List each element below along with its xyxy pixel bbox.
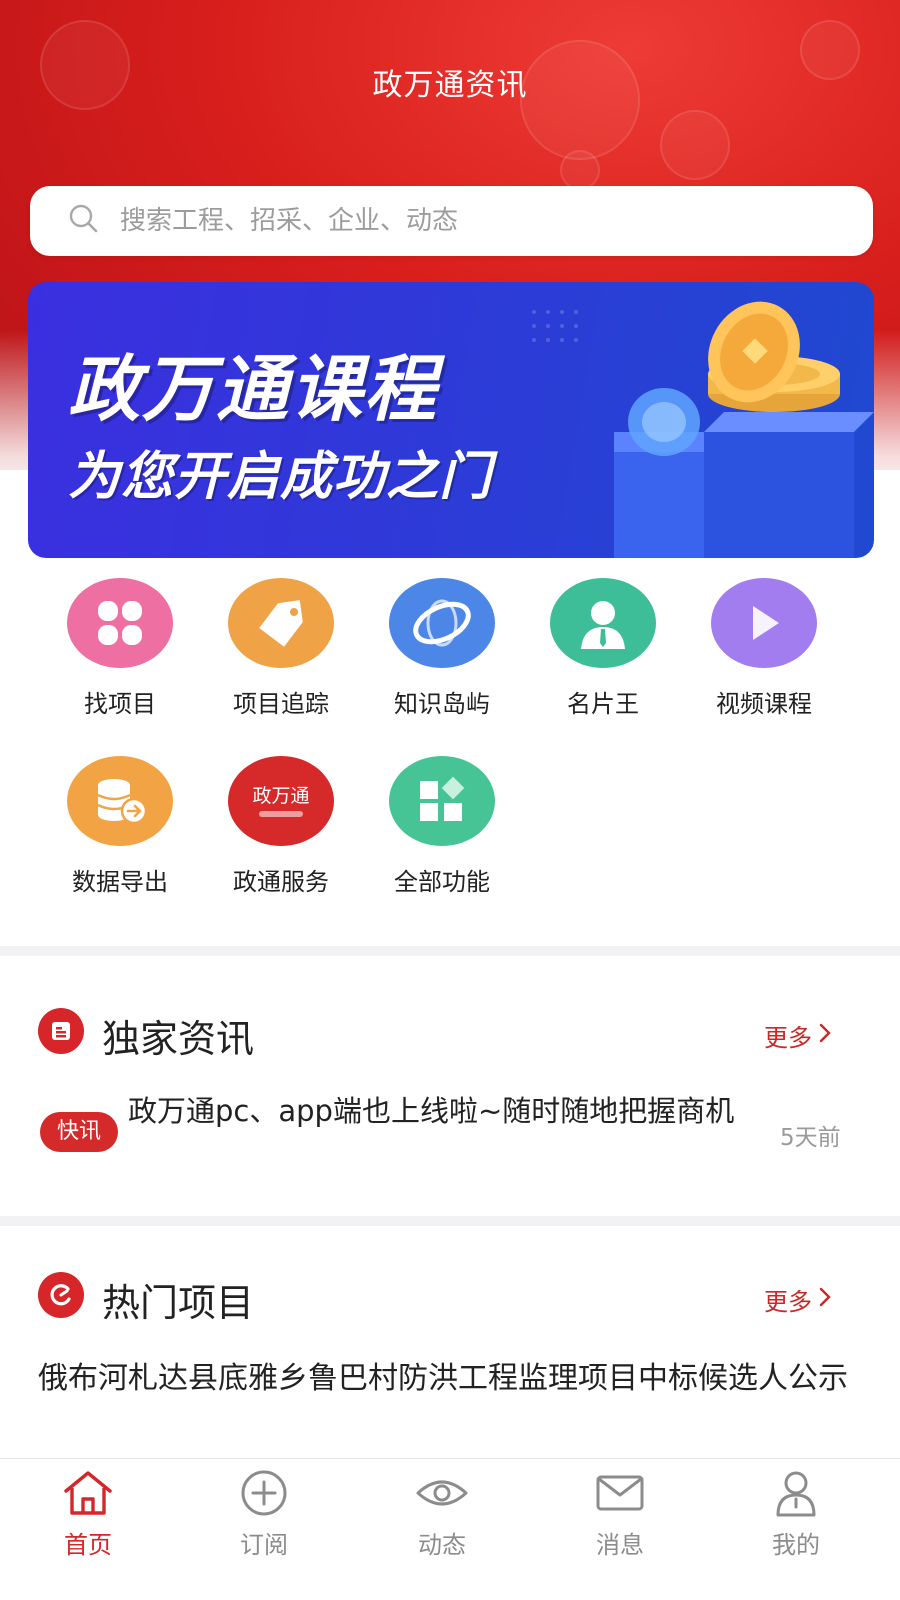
hot-projects-section-icon	[38, 1272, 84, 1318]
search-icon	[66, 201, 102, 241]
banner-subtitle: 为您开启成功之门	[68, 447, 493, 507]
tab-label: 消息	[596, 1531, 644, 1559]
plus-circle-icon	[241, 1470, 287, 1516]
tab-label: 我的	[772, 1531, 820, 1559]
tile-business-card[interactable]: 名片王	[521, 578, 685, 719]
tile-find-project[interactable]: 找项目	[38, 578, 202, 719]
flash-news-badge: 快讯	[40, 1112, 118, 1152]
tile-label: 视频课程	[716, 690, 812, 718]
function-row-2: 数据导出 政万通 政通服务 全部功能	[0, 756, 900, 906]
search-bar[interactable]	[30, 186, 873, 256]
section-divider	[0, 946, 900, 956]
logo-text: 政万通	[252, 785, 310, 807]
more-label: 更多	[764, 1024, 812, 1052]
section-divider	[0, 1216, 900, 1226]
tab-messages[interactable]: 消息	[550, 1467, 690, 1560]
tile-label: 政通服务	[233, 868, 329, 896]
globe-icon	[389, 578, 495, 668]
tile-all-functions[interactable]: 全部功能	[360, 756, 524, 897]
course-banner[interactable]: 政万通课程 为您开启成功之门	[28, 282, 874, 558]
tab-label: 动态	[418, 1531, 466, 1559]
home-icon	[64, 1471, 112, 1515]
tile-label: 找项目	[84, 690, 156, 718]
mail-icon	[596, 1475, 644, 1511]
search-input[interactable]	[120, 206, 820, 236]
zhengwantong-logo-icon: 政万通	[228, 756, 334, 846]
chevron-right-icon	[818, 1286, 832, 1314]
tab-subscribe[interactable]: 订阅	[194, 1467, 334, 1560]
coins-illustration	[532, 301, 874, 558]
tab-profile[interactable]: 我的	[726, 1467, 866, 1560]
database-export-icon	[67, 756, 173, 846]
hot-projects-title: 热门项目	[102, 1281, 255, 1325]
tile-zhengtong-service[interactable]: 政万通 政通服务	[199, 756, 363, 897]
news-item-time: 5天前	[780, 1125, 841, 1151]
function-row-1: 找项目 项目追踪 知识岛屿 名片王 视频课程	[0, 578, 900, 728]
bottom-tab-bar: 首页 订阅 动态 消息 我的	[0, 1458, 900, 1600]
hot-project-item[interactable]: 俄布河札达县底雅乡鲁巴村防洪工程监理项目中标候选人公示	[38, 1356, 868, 1402]
exclusive-news-more-link[interactable]: 更多	[764, 1018, 832, 1053]
tile-project-tracking[interactable]: 项目追踪	[199, 578, 363, 719]
tile-label: 项目追踪	[233, 690, 329, 718]
banner-title: 政万通课程	[68, 347, 439, 431]
grid-icon	[389, 756, 495, 846]
play-icon	[711, 578, 817, 668]
user-icon	[776, 1471, 816, 1517]
person-icon	[550, 578, 656, 668]
hot-projects-more-link[interactable]: 更多	[764, 1282, 832, 1317]
tag-icon	[228, 578, 334, 668]
clover-icon	[67, 578, 173, 668]
page-title: 政万通资讯	[372, 68, 528, 103]
tab-label: 订阅	[240, 1531, 288, 1559]
tile-video-course[interactable]: 视频课程	[682, 578, 846, 719]
home-screen: 政万通资讯 政万	[0, 0, 900, 1600]
more-label: 更多	[764, 1288, 812, 1316]
tile-label: 知识岛屿	[394, 690, 490, 718]
news-section-icon	[38, 1008, 84, 1054]
eye-icon	[416, 1480, 468, 1506]
chevron-right-icon	[818, 1022, 832, 1050]
tile-knowledge-island[interactable]: 知识岛屿	[360, 578, 524, 719]
tab-home[interactable]: 首页	[18, 1467, 158, 1560]
tile-label: 名片王	[567, 690, 639, 718]
exclusive-news-title: 独家资讯	[102, 1017, 255, 1061]
tile-label: 数据导出	[72, 868, 168, 896]
news-item-text[interactable]: 政万通pc、app端也上线啦~随时随地把握商机	[128, 1090, 738, 1132]
tab-label: 首页	[64, 1531, 112, 1559]
tab-activity[interactable]: 动态	[372, 1467, 512, 1560]
tile-label: 全部功能	[394, 868, 490, 896]
tile-data-export[interactable]: 数据导出	[38, 756, 202, 897]
